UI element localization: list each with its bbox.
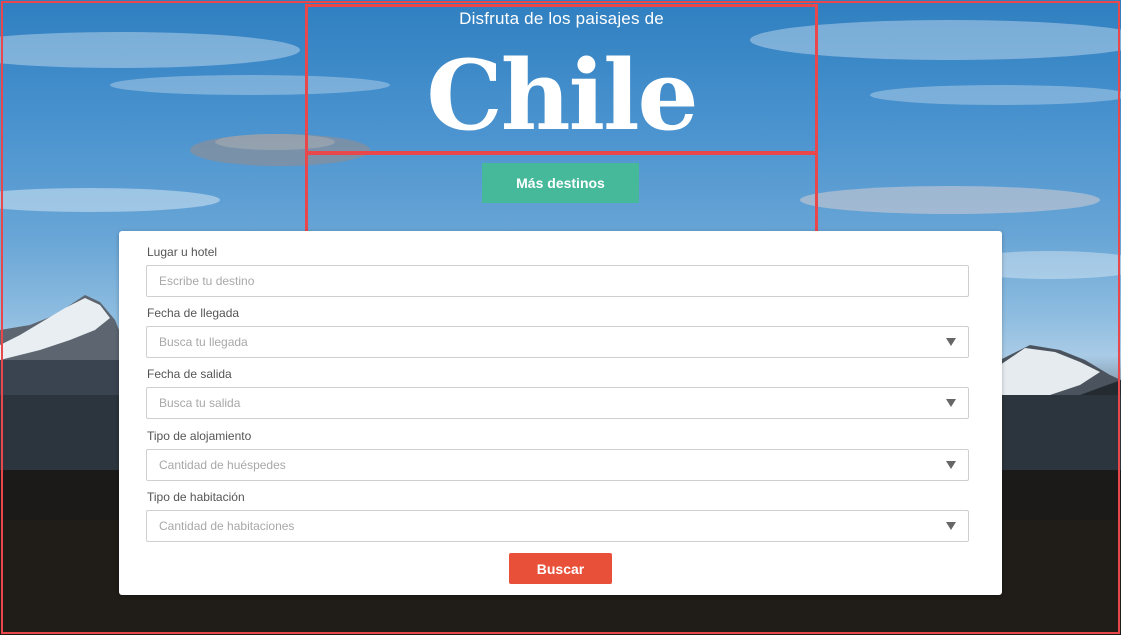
caret-down-icon	[946, 522, 956, 530]
hero-title: Chile	[426, 39, 698, 152]
place-input[interactable]	[146, 265, 969, 297]
lodging-select-value: Cantidad de huéspedes	[159, 458, 286, 472]
room-select-value: Cantidad de habitaciones	[159, 519, 295, 533]
room-select[interactable]: Cantidad de habitaciones	[146, 510, 969, 542]
departure-label: Fecha de salida	[147, 367, 232, 381]
lodging-select[interactable]: Cantidad de huéspedes	[146, 449, 969, 481]
search-button[interactable]: Buscar	[509, 553, 612, 584]
arrival-select-value: Busca tu llegada	[159, 335, 248, 349]
hero-subtitle: Disfruta de los paisajes de	[459, 9, 664, 28]
search-form-card: Lugar u hotel Fecha de llegada Busca tu …	[119, 231, 1002, 595]
caret-down-icon	[946, 461, 956, 469]
arrival-label: Fecha de llegada	[147, 306, 240, 320]
room-label: Tipo de habitación	[147, 490, 245, 504]
departure-select[interactable]: Busca tu salida	[146, 387, 969, 419]
arrival-select[interactable]: Busca tu llegada	[146, 326, 969, 358]
lodging-label: Tipo de alojamiento	[147, 429, 252, 443]
place-label: Lugar u hotel	[147, 245, 218, 259]
caret-down-icon	[946, 338, 956, 346]
departure-select-value: Busca tu salida	[159, 396, 241, 410]
hero-section: Disfruta de los paisajes de Chile Más de…	[0, 0, 1121, 635]
more-destinations-button[interactable]: Más destinos	[482, 163, 639, 203]
caret-down-icon	[946, 399, 956, 407]
